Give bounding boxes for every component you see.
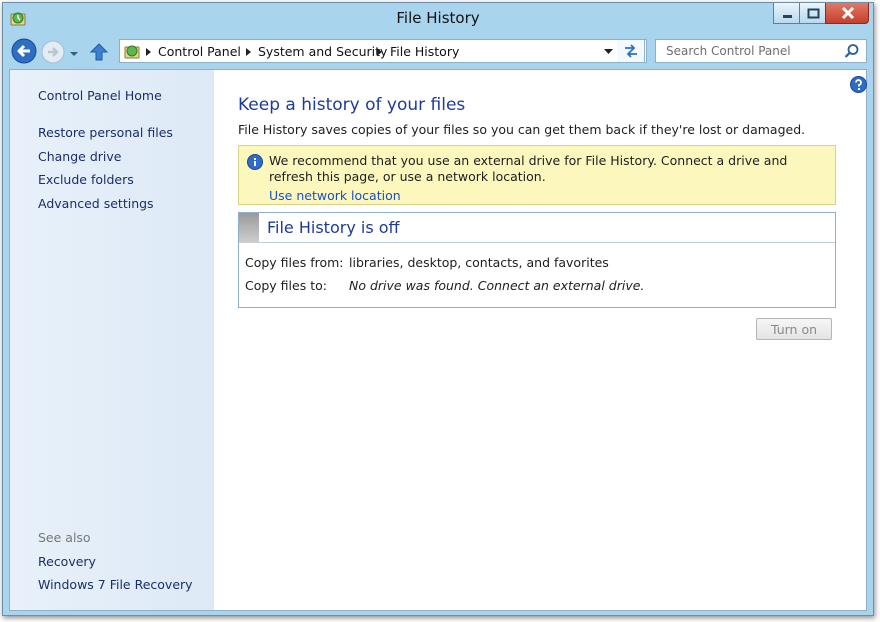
breadcrumb-system-and-security[interactable]: System and Security: [258, 44, 387, 59]
help-icon: [850, 76, 867, 93]
main-panel: Keep a history of your files File Histor…: [214, 70, 866, 610]
warning-text: We recommend that you use an external dr…: [269, 153, 788, 184]
breadcrumb-arrow-icon: [377, 48, 382, 56]
turn-on-button[interactable]: Turn on: [756, 318, 832, 340]
maximize-button[interactable]: [799, 3, 826, 24]
dropdown-arrow-icon[interactable]: [604, 49, 613, 55]
sidebar-link-advanced-settings[interactable]: Advanced settings: [38, 196, 154, 211]
minimize-icon: [783, 15, 792, 18]
navigation-bar: Control Panel System and Security File H…: [3, 33, 873, 69]
refresh-icon: [625, 44, 637, 58]
sidebar-link-recovery[interactable]: Recovery: [38, 554, 96, 569]
breadcrumb-file-history[interactable]: File History: [390, 44, 459, 59]
status-title: File History is off: [267, 218, 400, 237]
sidebar-link-change-drive[interactable]: Change drive: [38, 149, 121, 164]
warning-banner: We recommend that you use an external dr…: [238, 145, 836, 205]
file-history-status-box: File History is off Copy files from: lib…: [238, 212, 836, 308]
recent-pages-button[interactable]: [69, 48, 79, 62]
close-icon: [841, 6, 855, 20]
up-arrow-icon: [89, 43, 109, 61]
back-arrow-icon: [11, 38, 37, 64]
search-icon[interactable]: [844, 43, 860, 59]
control-panel-icon: [124, 45, 140, 59]
copy-to-label: Copy files to:: [245, 278, 327, 293]
file-history-window: File History Control Panel System and Se…: [2, 2, 874, 616]
breadcrumb-arrow-icon: [146, 48, 151, 56]
sidebar-link-restore-personal-files[interactable]: Restore personal files: [38, 125, 173, 140]
see-also-heading: See also: [38, 530, 91, 545]
page-description: File History saves copies of your files …: [238, 122, 806, 137]
copy-from-label: Copy files from:: [245, 255, 344, 270]
search-input[interactable]: [664, 43, 836, 59]
title-bar[interactable]: File History: [3, 3, 873, 33]
sidebar-link-exclude-folders[interactable]: Exclude folders: [38, 172, 134, 187]
status-indicator: [239, 213, 259, 243]
copy-to-value: No drive was found. Connect an external …: [349, 278, 645, 293]
sidebar-link-windows-7-file-recovery[interactable]: Windows 7 File Recovery: [38, 577, 193, 592]
window-title: File History: [396, 9, 480, 27]
breadcrumb-arrow-icon: [246, 48, 251, 56]
search-box[interactable]: [655, 39, 867, 63]
maximize-icon: [807, 8, 820, 19]
status-header: File History is off: [239, 213, 835, 243]
copy-from-value: libraries, desktop, contacts, and favori…: [349, 255, 609, 270]
address-bar[interactable]: Control Panel System and Security File H…: [119, 39, 647, 63]
sidebar: Control Panel Home Restore personal file…: [10, 70, 214, 610]
forward-button[interactable]: [41, 40, 65, 67]
recent-pages-chevron-icon: [70, 52, 78, 56]
minimize-button[interactable]: [773, 3, 800, 24]
help-button[interactable]: [850, 76, 867, 96]
close-button[interactable]: [825, 3, 869, 24]
info-icon: [247, 154, 263, 170]
breadcrumb-control-panel[interactable]: Control Panel: [158, 44, 241, 59]
use-network-location-link[interactable]: Use network location: [269, 188, 401, 203]
back-button[interactable]: [11, 38, 37, 67]
content-area: Control Panel Home Restore personal file…: [9, 69, 867, 611]
page-title: Keep a history of your files: [238, 95, 466, 115]
sidebar-link-control-panel-home[interactable]: Control Panel Home: [38, 88, 162, 103]
refresh-button[interactable]: [617, 39, 645, 63]
forward-arrow-icon: [41, 40, 65, 64]
up-button[interactable]: [89, 42, 109, 65]
